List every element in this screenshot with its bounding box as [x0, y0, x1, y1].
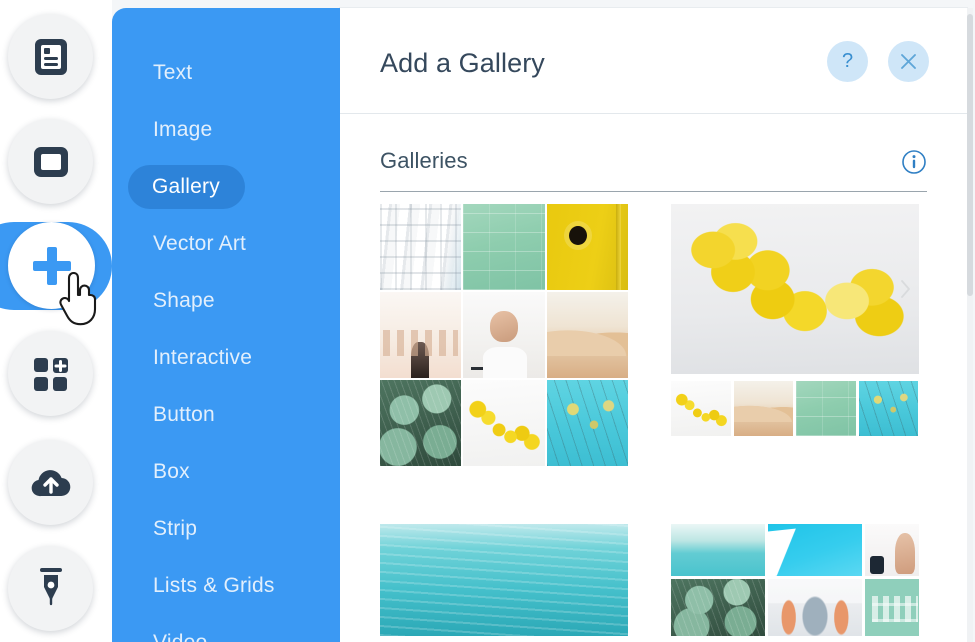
question-mark-icon: ? [841, 50, 854, 72]
gallery-tile [380, 380, 462, 466]
category-label: Gallery [128, 164, 245, 209]
category-item-vector-art[interactable]: Vector Art [112, 215, 340, 272]
category-item-lists-grids[interactable]: Lists & Grids [112, 557, 340, 614]
plus-icon [32, 246, 71, 285]
pages-icon [34, 38, 67, 75]
category-item-video[interactable]: Video [112, 614, 340, 642]
gallery-tile [546, 204, 628, 290]
section-header: Galleries [380, 148, 927, 192]
editor-tool-rail [0, 0, 112, 642]
close-button[interactable] [888, 41, 929, 82]
category-label: Video [153, 630, 208, 642]
category-label: Interactive [153, 345, 253, 369]
gallery-row [340, 524, 967, 636]
app-market-icon [33, 357, 68, 391]
gallery-row [340, 204, 967, 466]
gallery-tile[interactable] [796, 381, 856, 436]
category-label: Vector Art [153, 231, 247, 255]
category-label: Strip [153, 516, 198, 540]
gallery-option-slider[interactable] [671, 204, 919, 466]
element-category-panel: Text Image Gallery Vector Art Shape Inte… [112, 8, 340, 642]
tool-add-active-pill [0, 222, 112, 310]
gallery-tile [671, 579, 765, 636]
category-item-interactive[interactable]: Interactive [112, 329, 340, 386]
gallery-tile [865, 524, 919, 576]
add-element-dialog: Text Image Gallery Vector Art Shape Inte… [0, 0, 975, 642]
category-item-text[interactable]: Text [112, 44, 340, 101]
section-title: Galleries [380, 148, 468, 173]
gallery-picker-panel: Add a Gallery ? Galleries [340, 8, 967, 642]
tool-my-uploads-button[interactable] [8, 440, 93, 525]
category-item-strip[interactable]: Strip [112, 500, 340, 557]
gallery-tile [768, 579, 862, 636]
category-item-gallery[interactable]: Gallery [112, 158, 340, 215]
category-label: Shape [153, 288, 215, 312]
gallery-tile[interactable] [671, 381, 731, 436]
gallery-tile [546, 380, 628, 466]
dialog-header: Add a Gallery ? [340, 8, 967, 114]
category-label: Button [153, 402, 215, 426]
cloud-upload-icon [31, 469, 70, 496]
category-label: Box [153, 459, 190, 483]
background-icon [33, 146, 68, 177]
gallery-tile [380, 292, 462, 378]
gallery-tile [463, 292, 545, 378]
gallery-tile [380, 204, 462, 290]
page-title: Add a Gallery [380, 48, 545, 78]
category-item-image[interactable]: Image [112, 101, 340, 158]
info-circle-icon[interactable] [901, 149, 927, 175]
vertical-scrollbar-thumb[interactable] [967, 14, 973, 296]
gallery-tile[interactable] [733, 381, 793, 436]
gallery-option-strip[interactable] [380, 524, 628, 636]
tool-background-button[interactable] [8, 119, 93, 204]
gallery-tile[interactable] [858, 381, 918, 436]
collage-gallery-thumbnail [671, 524, 919, 636]
strip-gallery-thumbnail [380, 524, 628, 636]
gallery-tile [865, 579, 919, 636]
category-label: Text [153, 60, 193, 84]
tool-app-market-button[interactable] [8, 331, 93, 416]
gallery-list [340, 204, 967, 642]
tool-add-button[interactable] [8, 222, 95, 309]
gallery-tile [463, 380, 545, 466]
pen-nib-icon [39, 567, 62, 605]
slider-gallery-thumbnails [671, 381, 919, 436]
slider-gallery-main-image [671, 204, 919, 374]
tool-blog-button[interactable] [8, 546, 93, 631]
category-item-button[interactable]: Button [112, 386, 340, 443]
chevron-right-icon[interactable] [900, 280, 911, 298]
grid-gallery-thumbnail [380, 204, 628, 466]
category-label: Image [153, 117, 213, 141]
category-item-box[interactable]: Box [112, 443, 340, 500]
category-label: Lists & Grids [153, 573, 275, 597]
gallery-option-grid[interactable] [380, 204, 628, 466]
category-item-shape[interactable]: Shape [112, 272, 340, 329]
help-button[interactable]: ? [827, 41, 868, 82]
tool-pages-button[interactable] [8, 14, 93, 99]
gallery-tile [768, 524, 862, 576]
gallery-tile [671, 524, 765, 576]
close-x-icon [901, 54, 916, 69]
gallery-option-collage[interactable] [671, 524, 919, 636]
gallery-tile [463, 204, 545, 290]
gallery-tile [546, 292, 628, 378]
